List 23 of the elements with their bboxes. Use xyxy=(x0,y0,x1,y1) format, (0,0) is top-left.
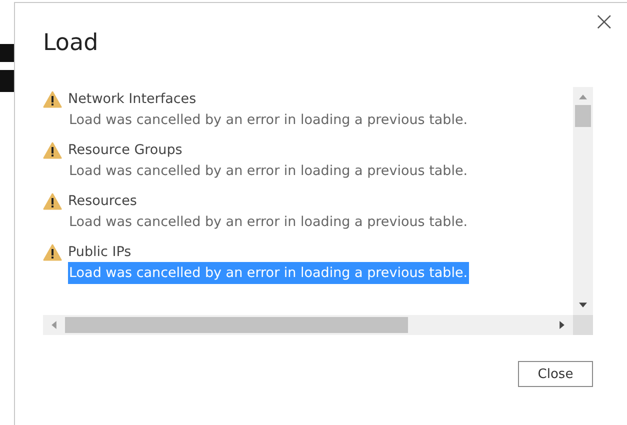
vertical-scrollbar[interactable] xyxy=(573,87,593,315)
scroll-down-icon[interactable] xyxy=(578,301,588,309)
scroll-left-icon[interactable] xyxy=(49,321,59,329)
close-button[interactable]: Close xyxy=(518,361,593,387)
warning-icon xyxy=(43,142,62,158)
scrollbar-thumb[interactable] xyxy=(575,105,591,127)
warning-icon xyxy=(43,192,62,210)
scroll-up-icon[interactable] xyxy=(578,93,588,101)
table-name: Resources xyxy=(68,193,137,209)
table-name: Network Interfaces xyxy=(68,91,196,107)
error-message[interactable]: Load was cancelled by an error in loading a previous table. xyxy=(68,262,469,284)
error-message[interactable]: Load was cancelled by an error in loading a previous table. xyxy=(68,160,469,182)
scrollbar-corner xyxy=(573,315,593,335)
scroll-right-icon[interactable] xyxy=(557,321,567,329)
table-name: Public IPs xyxy=(68,244,132,260)
warning-icon xyxy=(43,90,62,108)
scrollbar-thumb[interactable] xyxy=(65,317,408,333)
table-name: Resource Groups xyxy=(68,142,182,158)
error-message[interactable]: Load was cancelled by an error in loading a previous table. xyxy=(68,109,469,131)
dialog-title: Load xyxy=(43,30,100,56)
horizontal-scrollbar[interactable] xyxy=(43,315,573,335)
warning-icon xyxy=(43,244,62,260)
error-message[interactable]: Load was cancelled by an error in loading a previous table. xyxy=(68,211,469,233)
